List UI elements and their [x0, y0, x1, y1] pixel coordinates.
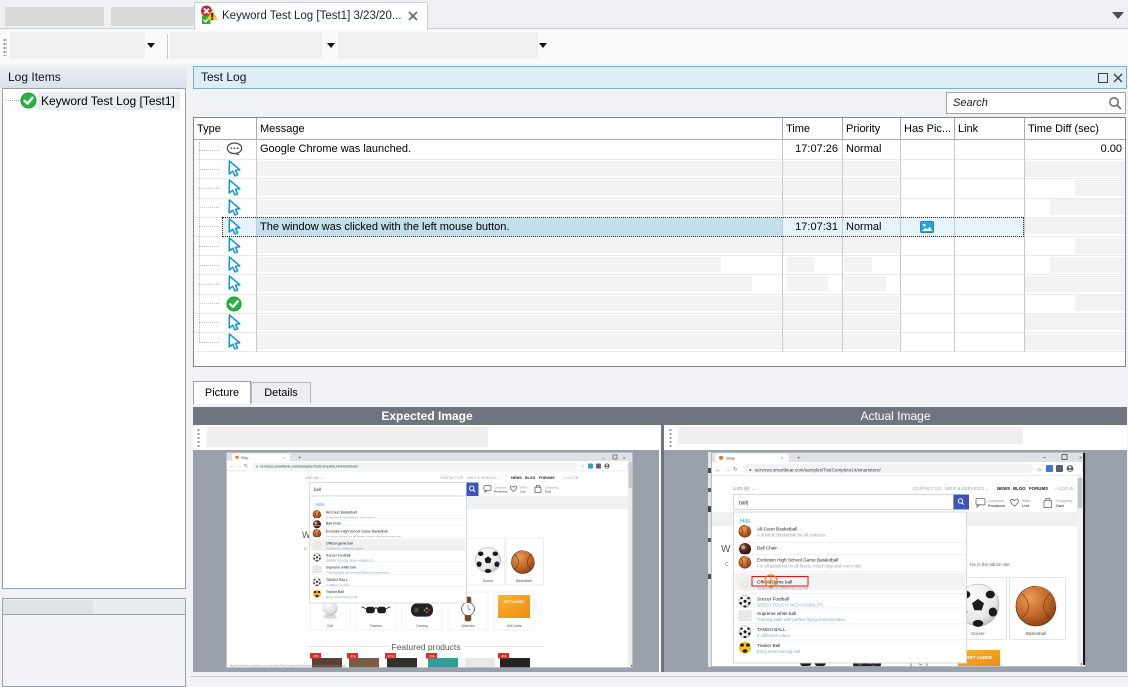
svg-text:☆: ☆ [581, 464, 585, 469]
svg-text:List: List [1022, 503, 1030, 508]
svg-text:FORUMS: FORUMS [539, 476, 555, 480]
svg-text:Shop: Shop [726, 456, 736, 461]
svg-text:Official game ball: Official game ball [326, 542, 353, 546]
svg-text:TANGO BALL: TANGO BALL [326, 578, 348, 582]
svg-text:Products: Products [494, 490, 508, 494]
svg-text:Ball Chair: Ball Chair [757, 546, 777, 551]
svg-text:List: List [520, 490, 526, 494]
svg-text:Hits: Hits [740, 519, 750, 525]
svg-text:×: × [781, 456, 784, 461]
svg-text:Entry level training ball.: Entry level training ball. [757, 649, 801, 654]
svg-text:Training balls with perfect fl: Training balls with perfect flying chara… [326, 570, 390, 574]
svg-text:Fashion: Fashion [370, 624, 382, 628]
svg-text:HELP & SERVICE ⌄: HELP & SERVICE ⌄ [467, 476, 500, 480]
svg-text:←: ← [715, 468, 721, 474]
svg-text:Trainer Ball: Trainer Ball [757, 643, 780, 648]
svg-text:C: C [725, 562, 729, 568]
svg-text:Supreme white ball: Supreme white ball [757, 611, 796, 616]
svg-text:-8%: -8% [500, 654, 506, 658]
svg-text:Soccer Football: Soccer Football [326, 554, 351, 558]
svg-text:Featured products: Featured products [392, 642, 461, 652]
svg-text:W: W [721, 544, 731, 555]
svg-text:-5%: -5% [428, 654, 434, 658]
svg-text:Cart: Cart [545, 490, 551, 494]
svg-text:Ball Chair: Ball Chair [326, 522, 342, 526]
svg-text:NEWS: NEWS [997, 486, 1010, 491]
svg-text:FORUMS: FORUMS [1029, 486, 1048, 491]
svg-text:For all positions on all level: For all positions on all levels, match d… [326, 534, 401, 538]
svg-text:ball: ball [314, 487, 321, 492]
svg-text:GREAT TOUCH. HIGH VISIBILITY.: GREAT TOUCH. HIGH VISIBILITY. [757, 602, 824, 607]
svg-text:Supreme white ball: Supreme white ball [326, 566, 356, 570]
svg-text:Evolution High School Game Bas: Evolution High School Game Basketball [757, 558, 838, 563]
svg-text:BLOG: BLOG [1013, 486, 1026, 491]
svg-text:×: × [1079, 456, 1082, 462]
svg-text:CONTACT US: CONTACT US [913, 486, 941, 491]
svg-text:⌂ LOG IN: ⌂ LOG IN [1055, 486, 1074, 491]
svg-text:HELP & SERVICES ⌄: HELP & SERVICES ⌄ [945, 486, 989, 491]
svg-text:C: C [304, 546, 307, 551]
svg-text:Golf: Golf [327, 624, 333, 628]
svg-text:services.smartbear.com/samples: services.smartbear.com/samples/TestCompl… [755, 468, 881, 473]
svg-text:→: → [724, 468, 730, 474]
svg-text:Evolution High School Game Bas: Evolution High School Game Basketball [326, 530, 388, 534]
svg-text:In different colors: In different colors [757, 633, 790, 638]
svg-text:●: ● [256, 464, 258, 468]
svg-text:~: ~ [316, 568, 318, 572]
svg-text:his in the admin site.: his in the admin site. [970, 562, 1011, 567]
svg-text:Entry level training ball.: Entry level training ball. [326, 595, 358, 599]
svg-text:⌂ LOG IN: ⌂ LOG IN [563, 476, 579, 480]
svg-text:+: + [797, 456, 801, 462]
svg-text:☆: ☆ [1037, 467, 1042, 474]
svg-text:~: ~ [744, 614, 746, 618]
svg-text:×: × [623, 456, 626, 461]
svg-text:BLOG: BLOG [525, 476, 536, 480]
svg-text:For all positions on all level: For all positions on all levels, match d… [757, 563, 862, 568]
svg-text:↻: ↻ [244, 463, 248, 468]
svg-text:–: – [602, 456, 605, 462]
svg-text:ball|: ball| [739, 501, 748, 507]
svg-text:→: → [237, 464, 242, 470]
svg-text:GIFT CARDS: GIFT CARDS [504, 600, 525, 604]
svg-text:Basketball: Basketball [1026, 631, 1046, 636]
svg-text:←: ← [230, 464, 235, 470]
svg-text:●: ● [749, 468, 752, 473]
svg-text:https://services.smartbear.com: https://services.smartbear.com/samples/T… [230, 664, 346, 668]
svg-text:Cart: Cart [1056, 503, 1064, 508]
svg-text:Hits: Hits [316, 502, 325, 507]
svg-text:↻: ↻ [733, 466, 738, 473]
svg-text:Gift Cards: Gift Cards [507, 624, 522, 628]
svg-text:USD ($) ⌄: USD ($) ⌄ [305, 476, 323, 480]
svg-text:All-Court Basketball: All-Court Basketball [757, 527, 797, 532]
svg-text:services.smartbear.com/samples: services.smartbear.com/samples/TestCompl… [260, 464, 358, 468]
svg-text:A durable Basketball for all s: A durable Basketball for all surfaces [757, 532, 825, 537]
svg-text:Soccer: Soccer [483, 579, 494, 583]
svg-text:×: × [283, 456, 285, 460]
svg-text:Trainer Ball: Trainer Ball [326, 590, 344, 594]
svg-text:-5%: -5% [312, 654, 318, 658]
svg-text:Watches: Watches [462, 624, 475, 628]
svg-text:Official game ball: Official game ball [757, 580, 792, 585]
svg-text:A durable Basketball for all s: A durable Basketball for all surfaces [326, 515, 376, 519]
svg-text:CONTACT US: CONTACT US [440, 476, 464, 480]
svg-text:NEWS: NEWS [511, 476, 522, 480]
svg-text:-1%: -1% [349, 654, 355, 658]
svg-text:Shop: Shop [241, 456, 249, 460]
svg-text:Soccer: Soccer [971, 631, 985, 636]
svg-text:TANGO BALL: TANGO BALL [757, 627, 786, 632]
svg-text:Training balls with perfect fl: Training balls with perfect flying chara… [757, 617, 845, 622]
svg-text:GIFT CARDS: GIFT CARDS [966, 655, 992, 660]
svg-text:Soccer Football: Soccer Football [757, 597, 789, 602]
svg-text:Gaming: Gaming [416, 624, 428, 628]
svg-text:Products: Products [988, 503, 1005, 508]
svg-text:Basketball: Basketball [516, 579, 532, 583]
svg-text:-10%: -10% [387, 654, 395, 658]
svg-text:+: + [298, 456, 301, 462]
svg-text:All-Court Basketball: All-Court Basketball [326, 511, 357, 515]
svg-text:USD ($) ⌄: USD ($) ⌄ [733, 486, 755, 491]
